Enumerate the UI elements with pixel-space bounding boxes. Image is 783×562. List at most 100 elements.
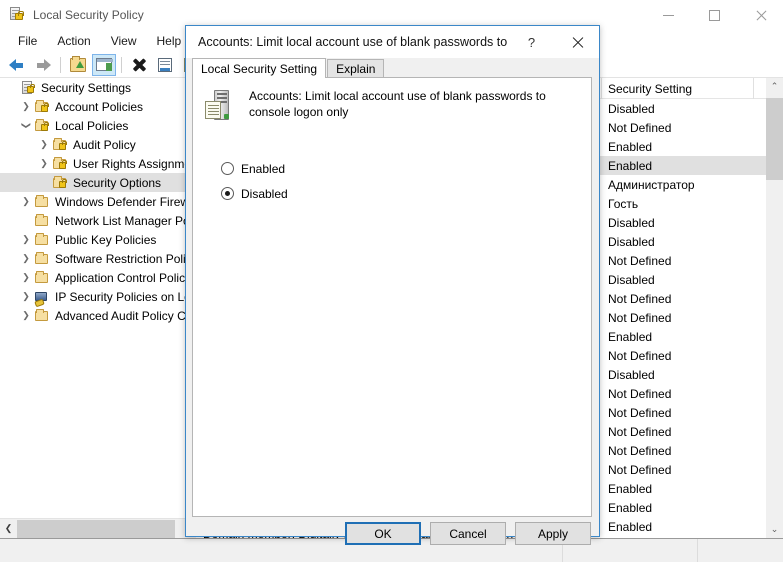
folder-lock-icon xyxy=(52,175,68,191)
cell-setting: Enabled xyxy=(602,501,754,515)
forward-button[interactable] xyxy=(31,54,55,76)
ok-button[interactable]: OK xyxy=(345,522,421,545)
cell-setting: Enabled xyxy=(602,159,754,173)
folder-lock-icon xyxy=(34,99,50,115)
dialog-policy-name: Accounts: Limit local account use of bla… xyxy=(249,88,569,124)
list-vertical-scrollbar[interactable]: ⌃ ⌄ xyxy=(766,78,783,538)
window-controls xyxy=(645,0,783,30)
policy-properties-dialog: Accounts: Limit local account use of bla… xyxy=(185,25,600,537)
radio-label: Enabled xyxy=(241,162,285,176)
scroll-down-icon[interactable]: ⌄ xyxy=(766,521,783,538)
tree-item-label: Software Restriction Polici xyxy=(55,252,193,266)
arrow-left-icon xyxy=(9,59,25,71)
tree-item-advanced-audit-policy-configuration[interactable]: Advanced Audit Policy Co xyxy=(0,306,195,325)
tree-item-local-policies[interactable]: Local Policies xyxy=(0,116,195,135)
radio-mark-icon xyxy=(221,162,234,175)
menu-view[interactable]: View xyxy=(101,32,147,50)
dialog-titlebar: Accounts: Limit local account use of bla… xyxy=(186,26,599,58)
chevron-right-icon[interactable] xyxy=(18,192,34,211)
back-button[interactable] xyxy=(5,54,29,76)
cell-setting: Not Defined xyxy=(602,425,754,439)
chevron-right-icon[interactable] xyxy=(18,306,34,325)
tab-local-security-setting[interactable]: Local Security Setting xyxy=(192,58,326,78)
cell-setting: Not Defined xyxy=(602,254,754,268)
list-vscroll-track[interactable] xyxy=(766,95,783,521)
close-button[interactable] xyxy=(737,0,783,30)
chevron-right-icon[interactable] xyxy=(36,154,52,173)
cancel-button[interactable]: Cancel xyxy=(430,522,506,545)
local-security-policy-window: Local Security Policy File Action View H… xyxy=(0,0,783,562)
chevron-none-icon xyxy=(4,78,20,97)
radio-enabled[interactable]: Enabled xyxy=(221,156,288,181)
chevron-right-icon[interactable] xyxy=(18,268,34,287)
close-icon xyxy=(571,36,583,48)
menu-file[interactable]: File xyxy=(8,32,47,50)
radio-disabled[interactable]: Disabled xyxy=(221,181,288,206)
chevron-right-icon[interactable] xyxy=(36,135,52,154)
properties-button[interactable] xyxy=(153,54,177,76)
cell-setting: Not Defined xyxy=(602,292,754,306)
tree-item-user-rights-assignment[interactable]: User Rights Assignmen xyxy=(0,154,195,173)
dialog-close-button[interactable] xyxy=(554,26,599,58)
scroll-left-icon[interactable]: ❮ xyxy=(0,520,17,538)
tree-item-network-list-manager-policies[interactable]: Network List Manager Poli xyxy=(0,211,195,230)
tree-horizontal-scrollbar[interactable]: ❮ xyxy=(0,518,196,538)
folder-lock-icon xyxy=(52,137,68,153)
tree-item-label: User Rights Assignmen xyxy=(73,157,193,171)
tree-item-label: Application Control Policie xyxy=(55,271,193,285)
cell-setting: Not Defined xyxy=(602,121,754,135)
tree-item-security-settings[interactable]: Security Settings xyxy=(0,78,195,97)
tree-item-software-restriction-policies[interactable]: Software Restriction Polici xyxy=(0,249,195,268)
tree-item-label: Audit Policy xyxy=(73,138,136,152)
tree-hscroll-thumb[interactable] xyxy=(17,520,175,538)
dialog-button-bar: OK Cancel Apply xyxy=(186,522,599,562)
dialog-title: Accounts: Limit local account use of bla… xyxy=(198,35,509,49)
menu-action[interactable]: Action xyxy=(47,32,100,50)
radio-mark-icon xyxy=(221,187,234,200)
tree-item-label: Security Settings xyxy=(41,81,131,95)
chevron-right-icon[interactable] xyxy=(18,97,34,116)
show-hide-console-tree-button[interactable] xyxy=(92,54,116,76)
tree-item-label: IP Security Policies on Loc xyxy=(55,290,193,304)
chevron-right-icon[interactable] xyxy=(18,249,34,268)
tree-item-label: Windows Defender Firewal xyxy=(55,195,193,209)
folder-icon xyxy=(34,232,50,248)
tree-item-label: Public Key Policies xyxy=(55,233,156,247)
dialog-help-button[interactable]: ? xyxy=(509,26,554,58)
tree-item-windows-defender-firewall[interactable]: Windows Defender Firewal xyxy=(0,192,195,211)
tree-item-account-policies[interactable]: Account Policies xyxy=(0,97,195,116)
policy-lock-icon xyxy=(9,7,25,23)
chevron-none-icon xyxy=(36,173,52,192)
tree-item-ip-security-policies[interactable]: IP Security Policies on Loc xyxy=(0,287,195,306)
tab-explain[interactable]: Explain xyxy=(327,59,384,78)
list-vscroll-thumb[interactable] xyxy=(766,98,783,180)
minimize-button[interactable] xyxy=(645,0,691,30)
delete-button[interactable] xyxy=(127,54,151,76)
window-title: Local Security Policy xyxy=(33,8,144,22)
tree-item-label: Local Policies xyxy=(55,119,128,133)
tree-item-label: Advanced Audit Policy Co xyxy=(55,309,192,323)
console-tree[interactable]: Security Settings Account Policies Local… xyxy=(0,78,196,518)
tree-item-public-key-policies[interactable]: Public Key Policies xyxy=(0,230,195,249)
chevron-down-icon[interactable] xyxy=(18,116,34,135)
tree-item-security-options[interactable]: Security Options xyxy=(0,173,195,192)
arrow-right-icon xyxy=(35,59,51,71)
tree-item-application-control-policies[interactable]: Application Control Policie xyxy=(0,268,195,287)
column-header-security-setting[interactable]: Security Setting xyxy=(602,78,754,99)
cell-setting: Not Defined xyxy=(602,444,754,458)
folder-lock-icon xyxy=(52,156,68,172)
tree-item-label: Account Policies xyxy=(55,100,143,114)
properties-icon xyxy=(158,58,172,72)
tree-hscroll-track[interactable] xyxy=(17,520,196,538)
up-one-level-button[interactable] xyxy=(66,54,90,76)
chevron-right-icon[interactable] xyxy=(18,287,34,306)
scroll-up-icon[interactable]: ⌃ xyxy=(766,78,783,95)
dialog-body: Accounts: Limit local account use of bla… xyxy=(192,77,592,517)
maximize-button[interactable] xyxy=(691,0,737,30)
apply-button[interactable]: Apply xyxy=(515,522,591,545)
tree-item-audit-policy[interactable]: Audit Policy xyxy=(0,135,195,154)
chevron-right-icon[interactable] xyxy=(18,230,34,249)
chevron-none-icon xyxy=(18,211,34,230)
tree-item-label: Network List Manager Poli xyxy=(55,214,193,228)
dialog-radio-group: Enabled Disabled xyxy=(221,156,288,206)
